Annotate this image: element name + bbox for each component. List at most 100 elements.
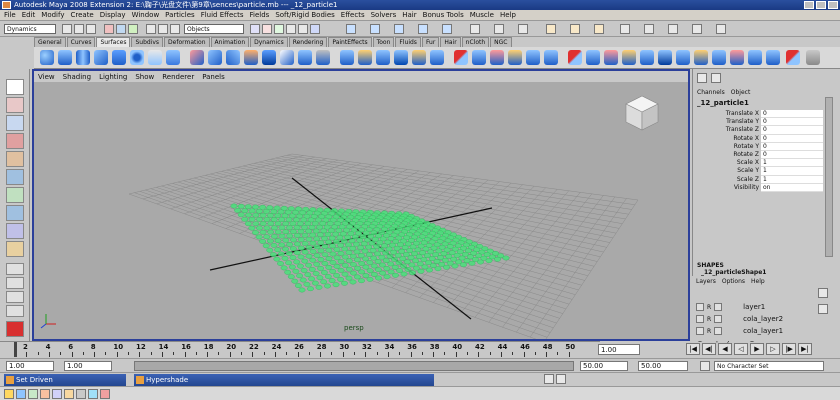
channel-row[interactable]: Scale Z1 [693, 175, 823, 184]
menu-file[interactable]: File [4, 11, 16, 19]
lock-selection-icon[interactable] [310, 24, 320, 34]
maximize-button[interactable] [816, 1, 826, 9]
layer-name[interactable]: layer1 [743, 303, 765, 311]
channel-row[interactable]: Scale X1 [693, 159, 823, 168]
panel-menu-panels[interactable]: Panels [202, 73, 225, 81]
layer-name[interactable]: cola_layer1 [743, 327, 783, 335]
time-slider[interactable]: 2 4 6 8 10 12 14 16 18 20 22 24 26 28 30 32 34 36 38 40 42 44… [0, 341, 600, 358]
panel-menu-view[interactable]: View [38, 73, 55, 81]
round-tool-icon[interactable] [544, 50, 558, 65]
persp-graph-layout-icon[interactable] [6, 305, 24, 317]
go-to-start-icon[interactable]: |◀ [686, 343, 700, 355]
open-scene-icon[interactable] [74, 24, 84, 34]
channel-value[interactable]: 0 [761, 142, 823, 151]
hypershade-window[interactable]: Hypershade [134, 374, 434, 386]
step-forward-icon[interactable]: |▶ [782, 343, 796, 355]
playback-start-field[interactable]: 1.00 [64, 361, 112, 371]
current-frame-field[interactable]: 1.00 [598, 344, 640, 355]
layer-render-flag[interactable]: R [707, 328, 711, 335]
single-perspective-layout-icon[interactable] [6, 263, 24, 275]
quick-launch-folder-icon[interactable] [64, 389, 74, 399]
perspective-viewport[interactable]: View Shading Lighting Show Renderer Pane… [32, 69, 690, 341]
channel-row[interactable]: Visibility on [693, 183, 823, 192]
close-button[interactable] [828, 1, 838, 9]
menu-bonus-tools[interactable]: Bonus Tools [423, 11, 464, 19]
channel-value[interactable]: 0 [761, 118, 823, 127]
save-scene-icon[interactable] [86, 24, 96, 34]
nurbs-cylinder-icon[interactable] [76, 50, 90, 65]
step-back-icon[interactable]: ◀| [702, 343, 716, 355]
history-output-icon[interactable] [494, 24, 504, 34]
mask-joint-icon[interactable] [158, 24, 168, 34]
menu-hair[interactable]: Hair [402, 11, 416, 19]
step-back-key-icon[interactable]: ◀ [718, 343, 732, 355]
ipr-render-icon[interactable] [570, 24, 580, 34]
channel-value[interactable]: 1 [761, 159, 823, 168]
channel-row[interactable]: Rotate Y0 [693, 142, 823, 151]
select-tool-icon[interactable] [6, 79, 24, 95]
delete-history-icon[interactable] [454, 50, 468, 65]
viewport-canvas[interactable]: persp [34, 82, 688, 339]
quick-launch-tool-icon[interactable] [100, 389, 110, 399]
offset-surface-icon[interactable] [508, 50, 522, 65]
channel-row[interactable]: Scale Y1 [693, 167, 823, 176]
show-manipulator-icon[interactable] [6, 223, 24, 239]
planar-icon[interactable] [226, 50, 240, 65]
channel-value[interactable]: on [761, 183, 823, 192]
layer-row[interactable]: R cola_layer2 [696, 314, 820, 324]
character-set-field[interactable]: No Character Set [714, 361, 824, 371]
playback-end-field[interactable]: 50.00 [580, 361, 628, 371]
menu-muscle[interactable]: Muscle [470, 11, 494, 19]
move-tool-icon[interactable] [6, 133, 24, 149]
menu-particles[interactable]: Particles [165, 11, 195, 19]
nurbs-circle-icon[interactable] [148, 50, 162, 65]
layer-render-flag[interactable]: R [707, 316, 711, 323]
shelf-tab-subdivs[interactable]: Subdivs [131, 37, 164, 47]
select-object-icon[interactable] [116, 24, 126, 34]
bevel-icon[interactable] [316, 50, 330, 65]
input-line-icon[interactable] [620, 24, 630, 34]
reverse-direction-icon[interactable] [640, 50, 654, 65]
layers-menu[interactable]: Layers [696, 278, 716, 285]
sculpt-geometry-icon[interactable] [604, 50, 618, 65]
channel-box-scrollbar[interactable] [825, 97, 833, 257]
menu-create[interactable]: Create [70, 11, 93, 19]
untrim-icon[interactable] [394, 50, 408, 65]
render-current-frame-icon[interactable] [546, 24, 556, 34]
attach-surfaces-icon[interactable] [412, 50, 426, 65]
extend-surface-icon[interactable] [490, 50, 504, 65]
channel-row[interactable]: Translate Z0 [693, 126, 823, 135]
step-forward-key-icon[interactable]: ▷ [766, 343, 780, 355]
selection-mask-field[interactable]: Objects [184, 24, 244, 34]
layer-row[interactable]: R cola_layer1 [696, 326, 820, 336]
create-layer-icon[interactable] [818, 288, 828, 298]
select-component-icon[interactable] [128, 24, 138, 34]
menu-modify[interactable]: Modify [41, 11, 64, 19]
channel-value[interactable]: 0 [761, 110, 823, 119]
convert-to-polygons-icon[interactable] [658, 50, 672, 65]
tool-settings-icon[interactable] [668, 24, 678, 34]
shelf-tab-general[interactable]: General [34, 37, 66, 47]
select-hierarchy-icon[interactable] [104, 24, 114, 34]
delete-surface-icon[interactable] [786, 50, 800, 65]
snap-grid-icon[interactable] [346, 24, 356, 34]
shelf-tab-surfaces[interactable]: Surfaces [96, 37, 131, 47]
stitch-edges-icon[interactable] [586, 50, 600, 65]
render-settings-icon[interactable] [594, 24, 604, 34]
channel-value[interactable]: 0 [761, 126, 823, 135]
shelf-tab-hair[interactable]: Hair [440, 37, 461, 47]
channel-value[interactable]: 1 [761, 175, 823, 184]
mask-render-icon[interactable] [286, 24, 296, 34]
shelf-tab-animation[interactable]: Animation [210, 37, 250, 47]
intersect-surfaces-icon[interactable] [340, 50, 354, 65]
channel-row[interactable]: Rotate X0 [693, 134, 823, 143]
soft-modification-icon[interactable] [6, 205, 24, 221]
panel-menu-shading[interactable]: Shading [63, 73, 91, 81]
quick-launch-misc-icon[interactable] [76, 389, 86, 399]
nurbs-smoothness-icon[interactable] [712, 50, 726, 65]
shelf-menu-icon[interactable] [806, 50, 820, 65]
object-menu[interactable]: Object [731, 89, 751, 96]
set-driven-window[interactable]: Set Driven [4, 374, 126, 386]
shelf-tab-ngc[interactable]: NGC [490, 37, 512, 47]
mask-curve-icon[interactable] [170, 24, 180, 34]
